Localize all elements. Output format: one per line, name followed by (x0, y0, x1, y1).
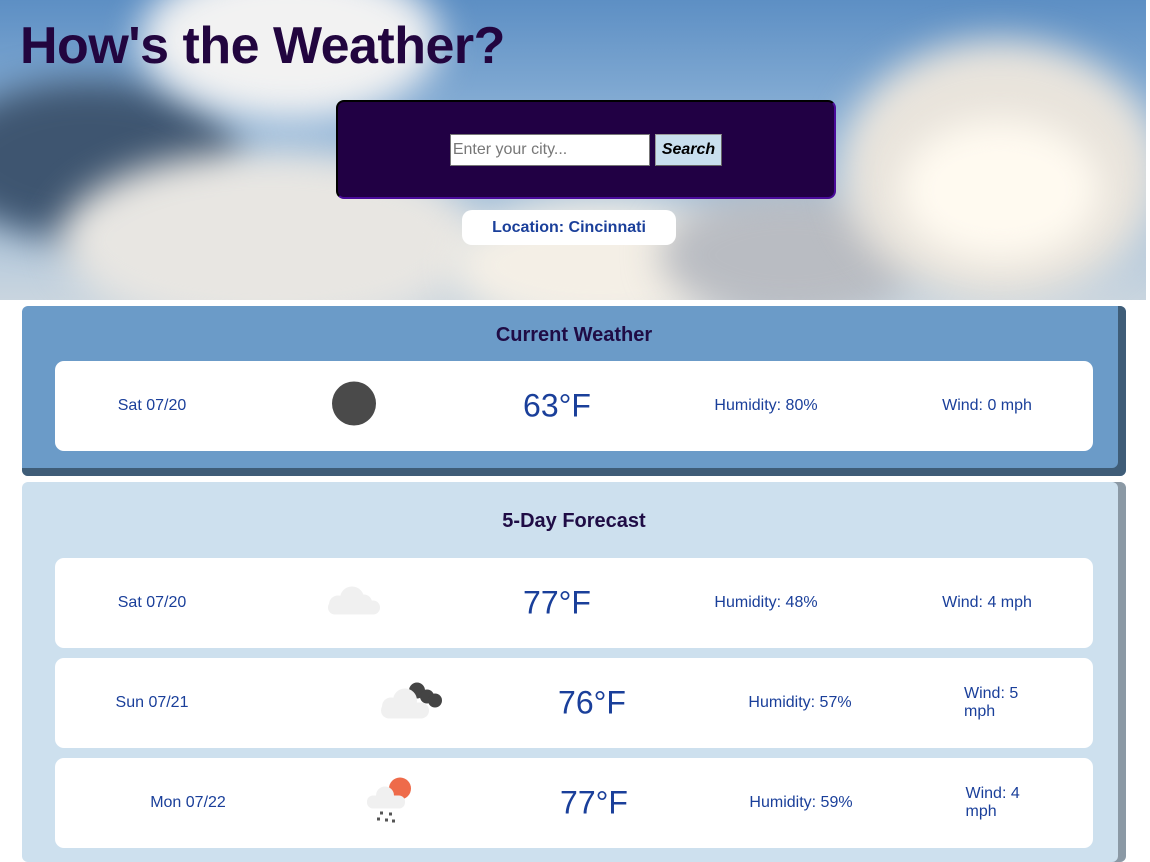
dark-circle-icon (331, 381, 377, 432)
dark-cloud-icon (379, 679, 445, 728)
city-search-input[interactable] (449, 133, 650, 166)
hero-banner: How's the Weather? Search Location: Cinc… (0, 0, 1146, 300)
wind: Wind: 0 mph (942, 397, 1032, 414)
date: Sat 07/20 (117, 397, 187, 414)
forecast-card: Mon 07/22 77°F Humidity: 59% Wind: 4 mph (55, 758, 1093, 848)
temperature: 77°F (523, 584, 591, 621)
wind: Wind: 5 mph (964, 685, 1019, 720)
humidity: Humidity: 57% (748, 694, 852, 711)
date: Mon 07/22 (150, 794, 226, 811)
forecast-panel: 5-Day Forecast Sat 07/20 77°F Humidity: … (22, 482, 1126, 862)
wind: Wind: 4 mph (965, 785, 1020, 820)
rain-sun-cloud-icon (365, 776, 415, 831)
current-weather-heading: Current Weather (495, 324, 653, 346)
cloud-icon (324, 581, 384, 626)
forecast-card: Sat 07/20 77°F Humidity: 48% Wind: 4 mph (55, 558, 1093, 648)
search-form: Search (336, 100, 836, 199)
humidity: Humidity: 48% (714, 594, 818, 611)
current-weather-panel: Current Weather Sat 07/20 63°F Humidity:… (22, 306, 1126, 476)
forecast-heading: 5-Day Forecast (502, 510, 646, 532)
temperature: 77°F (560, 784, 628, 821)
forecast-card: Sun 07/21 76°F Humidity: 57% Wind: 5 mph (55, 658, 1093, 748)
current-weather-card: Sat 07/20 63°F Humidity: 80% Wind: 0 mph (55, 361, 1093, 451)
humidity: Humidity: 59% (749, 794, 853, 811)
search-button[interactable]: Search (654, 133, 723, 166)
page-title: How's the Weather? (20, 17, 505, 75)
location-label: Location: Cincinnati (462, 210, 676, 245)
temperature: 76°F (558, 684, 626, 721)
wind: Wind: 4 mph (942, 594, 1032, 611)
humidity: Humidity: 80% (714, 397, 818, 414)
temperature: 63°F (523, 387, 591, 424)
date: Sun 07/21 (115, 694, 189, 711)
date: Sat 07/20 (117, 594, 187, 611)
